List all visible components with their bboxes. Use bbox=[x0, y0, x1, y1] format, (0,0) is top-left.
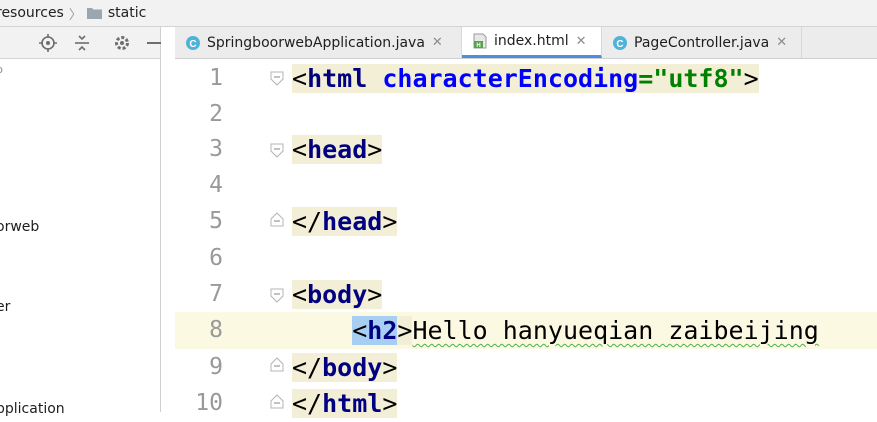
line-number: 4 bbox=[209, 172, 223, 198]
line-number: 3 bbox=[209, 136, 223, 162]
text-content: Hello hanyueqian zaibeijing bbox=[412, 316, 819, 345]
close-icon[interactable]: ✕ bbox=[776, 35, 787, 50]
bracket: > bbox=[367, 280, 383, 309]
svg-text:C: C bbox=[189, 39, 196, 50]
code-line-5[interactable]: </head> bbox=[292, 203, 398, 240]
svg-text:H: H bbox=[476, 43, 480, 49]
breadcrumb: resources 〉 static bbox=[0, 0, 877, 27]
fold-end-icon[interactable] bbox=[269, 394, 285, 410]
tree-item[interactable]: er bbox=[0, 299, 10, 315]
tag-name: body bbox=[322, 353, 383, 382]
bracket: </ bbox=[292, 207, 323, 236]
line-number: 2 bbox=[209, 101, 223, 127]
gear-icon[interactable] bbox=[112, 33, 132, 53]
tag-highlight: </html> bbox=[292, 389, 398, 418]
bracket: > bbox=[382, 353, 398, 382]
attribute-value: "utf8" bbox=[653, 64, 744, 93]
code-line-3[interactable]: <head> bbox=[292, 131, 383, 168]
code-line-8[interactable]: <h2>Hello hanyueqian zaibeijing bbox=[292, 312, 819, 349]
java-class-icon: C bbox=[613, 35, 627, 50]
breadcrumb-item-static[interactable]: static bbox=[86, 5, 147, 21]
tab-label: PageController.java bbox=[634, 34, 770, 51]
equals-sign: = bbox=[638, 64, 654, 93]
line-number: 5 bbox=[209, 208, 223, 234]
line-number: 6 bbox=[209, 245, 223, 271]
bracket: < bbox=[292, 64, 308, 93]
fold-end-icon[interactable] bbox=[269, 357, 285, 373]
tag-highlight: <h2 bbox=[352, 316, 398, 345]
tab-springboorweb-application[interactable]: C SpringboorwebApplication.java ✕ bbox=[175, 27, 462, 58]
tag-name: html bbox=[322, 389, 383, 418]
fold-end-icon[interactable] bbox=[269, 212, 285, 228]
tag-highlight: <body> bbox=[292, 280, 383, 309]
tree-item[interactable]: pplication bbox=[0, 401, 65, 417]
tree-item[interactable]: p bbox=[0, 63, 3, 76]
breadcrumb-label: resources bbox=[0, 5, 64, 21]
project-panel: p orweb er pplication bbox=[0, 27, 161, 417]
tag-highlight: <html characterEncoding="utf8"> bbox=[292, 64, 759, 93]
breadcrumb-separator-icon: 〉 bbox=[68, 7, 82, 23]
close-icon[interactable]: ✕ bbox=[576, 34, 587, 49]
line-number: 8 bbox=[209, 317, 223, 343]
tab-label: index.html bbox=[494, 33, 569, 49]
breadcrumb-label: static bbox=[107, 5, 147, 21]
html-file-icon: H bbox=[473, 33, 487, 49]
bracket: < bbox=[292, 135, 308, 164]
bracket: > bbox=[382, 389, 398, 418]
tag-name: head bbox=[322, 207, 383, 236]
svg-text:C: C bbox=[616, 39, 623, 50]
bracket: > bbox=[397, 316, 413, 345]
bracket: > bbox=[743, 64, 759, 93]
collapse-all-icon[interactable] bbox=[72, 33, 92, 53]
tag-highlight: <head> bbox=[292, 135, 383, 164]
bracket: > bbox=[382, 207, 398, 236]
tab-label: SpringboorwebApplication.java bbox=[207, 34, 425, 51]
project-toolbar bbox=[0, 27, 161, 59]
tag-name: head bbox=[307, 135, 368, 164]
tab-index-html[interactable]: H index.html ✕ bbox=[462, 27, 602, 58]
hide-panel-icon[interactable] bbox=[144, 33, 164, 53]
tag-name: h2 bbox=[367, 316, 398, 345]
breadcrumb-item-resources[interactable]: resources bbox=[0, 5, 64, 21]
bracket: </ bbox=[292, 389, 323, 418]
tag-name: html bbox=[307, 64, 368, 93]
tab-page-controller[interactable]: C PageController.java ✕ bbox=[602, 27, 802, 58]
fold-icon[interactable] bbox=[269, 70, 285, 86]
line-number: 10 bbox=[195, 390, 223, 416]
code-line-1[interactable]: <html characterEncoding="utf8"> bbox=[292, 60, 759, 97]
tag-name: body bbox=[307, 280, 368, 309]
attribute-name: characterEncoding bbox=[382, 64, 639, 93]
fold-icon[interactable] bbox=[269, 142, 285, 158]
line-number: 9 bbox=[209, 354, 223, 380]
java-class-icon: C bbox=[186, 35, 200, 50]
tag-highlight: </head> bbox=[292, 207, 398, 236]
locate-icon[interactable] bbox=[38, 33, 58, 53]
bracket: < bbox=[292, 280, 308, 309]
folder-icon bbox=[86, 8, 102, 19]
code-line-7[interactable]: <body> bbox=[292, 276, 383, 313]
line-number: 7 bbox=[209, 281, 223, 307]
bracket: </ bbox=[292, 353, 323, 382]
bracket: > bbox=[367, 135, 383, 164]
code-line-9[interactable]: </body> bbox=[292, 349, 398, 386]
editor-tab-bar: C SpringboorwebApplication.java ✕ H inde… bbox=[175, 27, 877, 59]
tag-highlight: </body> bbox=[292, 353, 398, 382]
bracket: < bbox=[352, 316, 368, 345]
code-line-10[interactable]: </html> bbox=[292, 385, 398, 422]
line-number: 1 bbox=[209, 65, 223, 91]
close-icon[interactable]: ✕ bbox=[432, 35, 443, 50]
fold-icon[interactable] bbox=[269, 287, 285, 303]
tree-item[interactable]: orweb bbox=[0, 219, 39, 235]
